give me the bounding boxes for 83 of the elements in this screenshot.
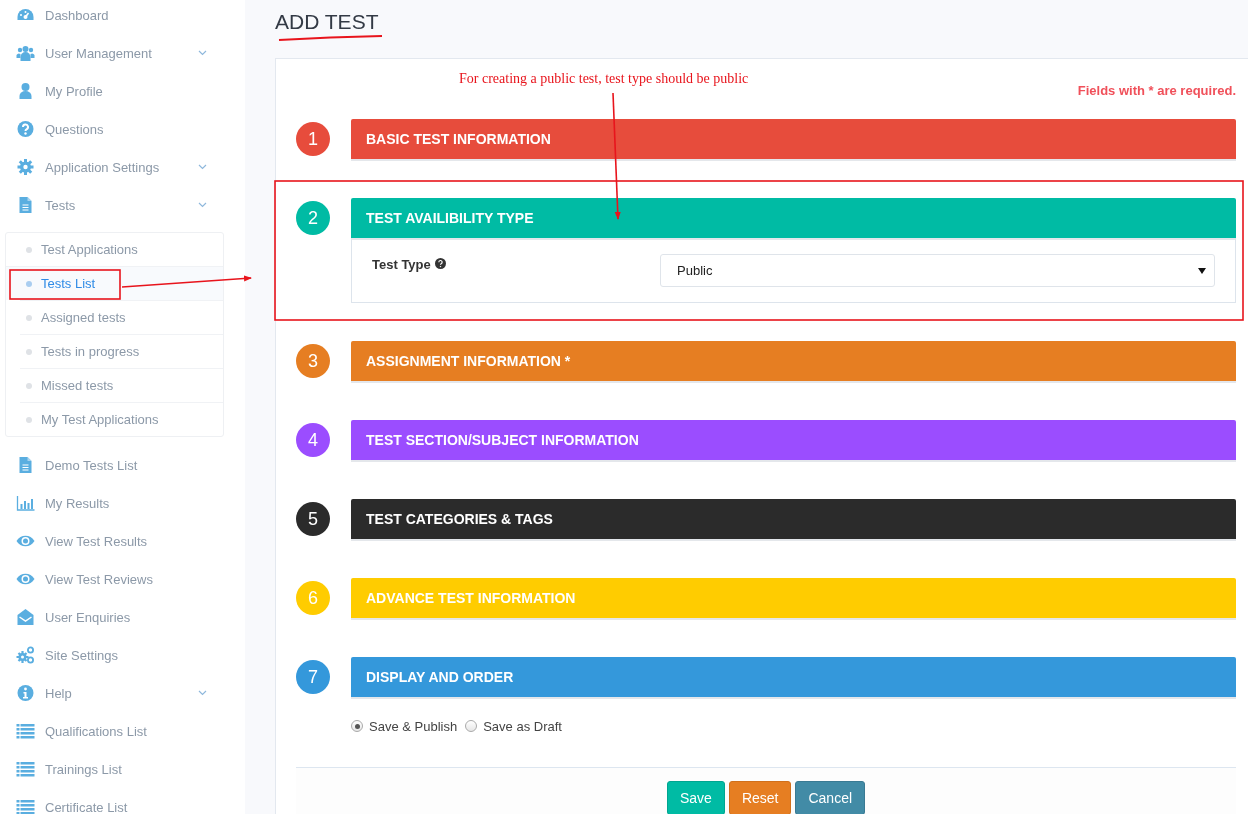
list-icon [16, 798, 35, 814]
sidebar-item-label: Qualifications List [45, 723, 148, 739]
sidebar-item-label: User Management [45, 45, 153, 61]
sidebar-item[interactable]: View Test Reviews [0, 560, 245, 598]
info-icon [16, 684, 35, 702]
step-number: 6 [296, 581, 330, 615]
users-icon [16, 44, 35, 62]
sidebar-item-label: Application Settings [45, 159, 161, 175]
sidebar-item[interactable]: Help [0, 674, 245, 712]
sidebar-item-label: Site Settings [45, 647, 119, 663]
radio-label: Save as Draft [483, 718, 562, 734]
section-header[interactable]: TEST SECTION/SUBJECT INFORMATION [351, 420, 1236, 460]
gears-icon [16, 646, 35, 664]
radio-label: Save & Publish [369, 718, 458, 734]
form-button[interactable]: Reset [728, 781, 792, 814]
radio-button[interactable] [465, 720, 478, 732]
bullet-icon [26, 348, 32, 355]
sidebar-item[interactable]: Qualifications List [0, 712, 245, 750]
sidebar-item[interactable]: Site Settings [0, 636, 245, 674]
radio-button[interactable] [351, 720, 363, 732]
sidebar-item[interactable]: My Profile [0, 72, 245, 110]
step-number: 4 [296, 423, 330, 457]
gear-icon [16, 158, 35, 176]
sidebar-item-label: Tests [45, 197, 77, 213]
sidebar-item[interactable]: Demo Tests List [0, 446, 245, 484]
section-header[interactable]: TEST AVAILIBILITY TYPE [351, 198, 1236, 238]
radio-option[interactable]: Save as Draft [465, 718, 562, 734]
bullet-icon [26, 382, 32, 389]
sidebar-item-label: My Profile [45, 83, 104, 99]
sidebar-item[interactable]: Questions [0, 110, 245, 148]
sidebar-item-label: User Enquiries [45, 609, 132, 625]
step-number: 2 [296, 201, 330, 235]
sidebar-item[interactable]: Certificate List [0, 788, 245, 814]
sidebar-item[interactable]: Application Settings [0, 148, 245, 186]
sidebar-item-label: View Test Reviews [45, 571, 154, 587]
submenu-item[interactable]: Missed tests [20, 368, 223, 402]
section-header[interactable]: BASIC TEST INFORMATION [351, 119, 1236, 159]
bar-chart-icon [16, 494, 35, 512]
sidebar-item[interactable]: Tests [0, 186, 245, 224]
bullet-icon [26, 416, 32, 423]
page-title: ADD TEST [275, 10, 379, 34]
sidebar-item-label: Questions [45, 121, 105, 137]
sidebar-item[interactable]: User Management [0, 34, 245, 72]
step-number: 5 [296, 502, 330, 536]
radio-option[interactable]: Save & Publish [351, 718, 458, 734]
sidebar-item-label: Certificate List [45, 799, 129, 814]
bullet-icon [26, 314, 32, 321]
sidebar-item[interactable]: View Test Results [0, 522, 245, 560]
annotation-note: For creating a public test, test type should be public [459, 71, 749, 87]
bullet-icon [26, 246, 32, 253]
sidebar-item-label: My Results [45, 495, 111, 511]
caret-icon [1198, 267, 1206, 274]
step-number: 7 [296, 660, 330, 694]
list-icon [16, 722, 35, 740]
sidebar-item[interactable]: Dashboard [0, 0, 245, 34]
bullet-icon [26, 280, 32, 287]
step-number: 1 [296, 122, 330, 156]
section-header[interactable]: DISPLAY AND ORDER [351, 657, 1236, 697]
test-type-select[interactable]: Public [660, 254, 1215, 287]
sidebar-item[interactable]: Trainings List [0, 750, 245, 788]
step-number: 3 [296, 344, 330, 378]
sidebar-item-label: Trainings List [45, 761, 123, 777]
sidebar-item-label: Help [45, 685, 73, 701]
submenu-item[interactable]: Tests List [6, 266, 223, 300]
section-header[interactable]: TEST CATEGORIES & TAGS [351, 499, 1236, 539]
sidebar-item-label: Dashboard [45, 7, 110, 23]
list-icon [16, 760, 35, 778]
sidebar-item-label: View Test Results [45, 533, 149, 549]
form-button[interactable]: Cancel [795, 781, 866, 814]
envelope-icon [16, 608, 35, 626]
help-icon[interactable] [434, 258, 446, 269]
field-label: Test Type [372, 257, 431, 272]
sidebar-item[interactable]: My Results [0, 484, 245, 522]
required-fields-note: Fields with * are required. [1077, 83, 1236, 99]
submenu-item[interactable]: Tests in progress [20, 334, 223, 368]
form-button[interactable]: Save [666, 781, 725, 814]
sidebar-item[interactable]: User Enquiries [0, 598, 245, 636]
sidebar-item-label: Demo Tests List [45, 457, 139, 473]
section-header[interactable]: ASSIGNMENT INFORMATION * [351, 341, 1236, 381]
submenu-item[interactable]: My Test Applications [20, 402, 223, 436]
question-icon [16, 120, 35, 138]
submenu-item[interactable]: Assigned tests [20, 300, 223, 334]
submenu-item[interactable]: Test Applications [20, 233, 223, 266]
